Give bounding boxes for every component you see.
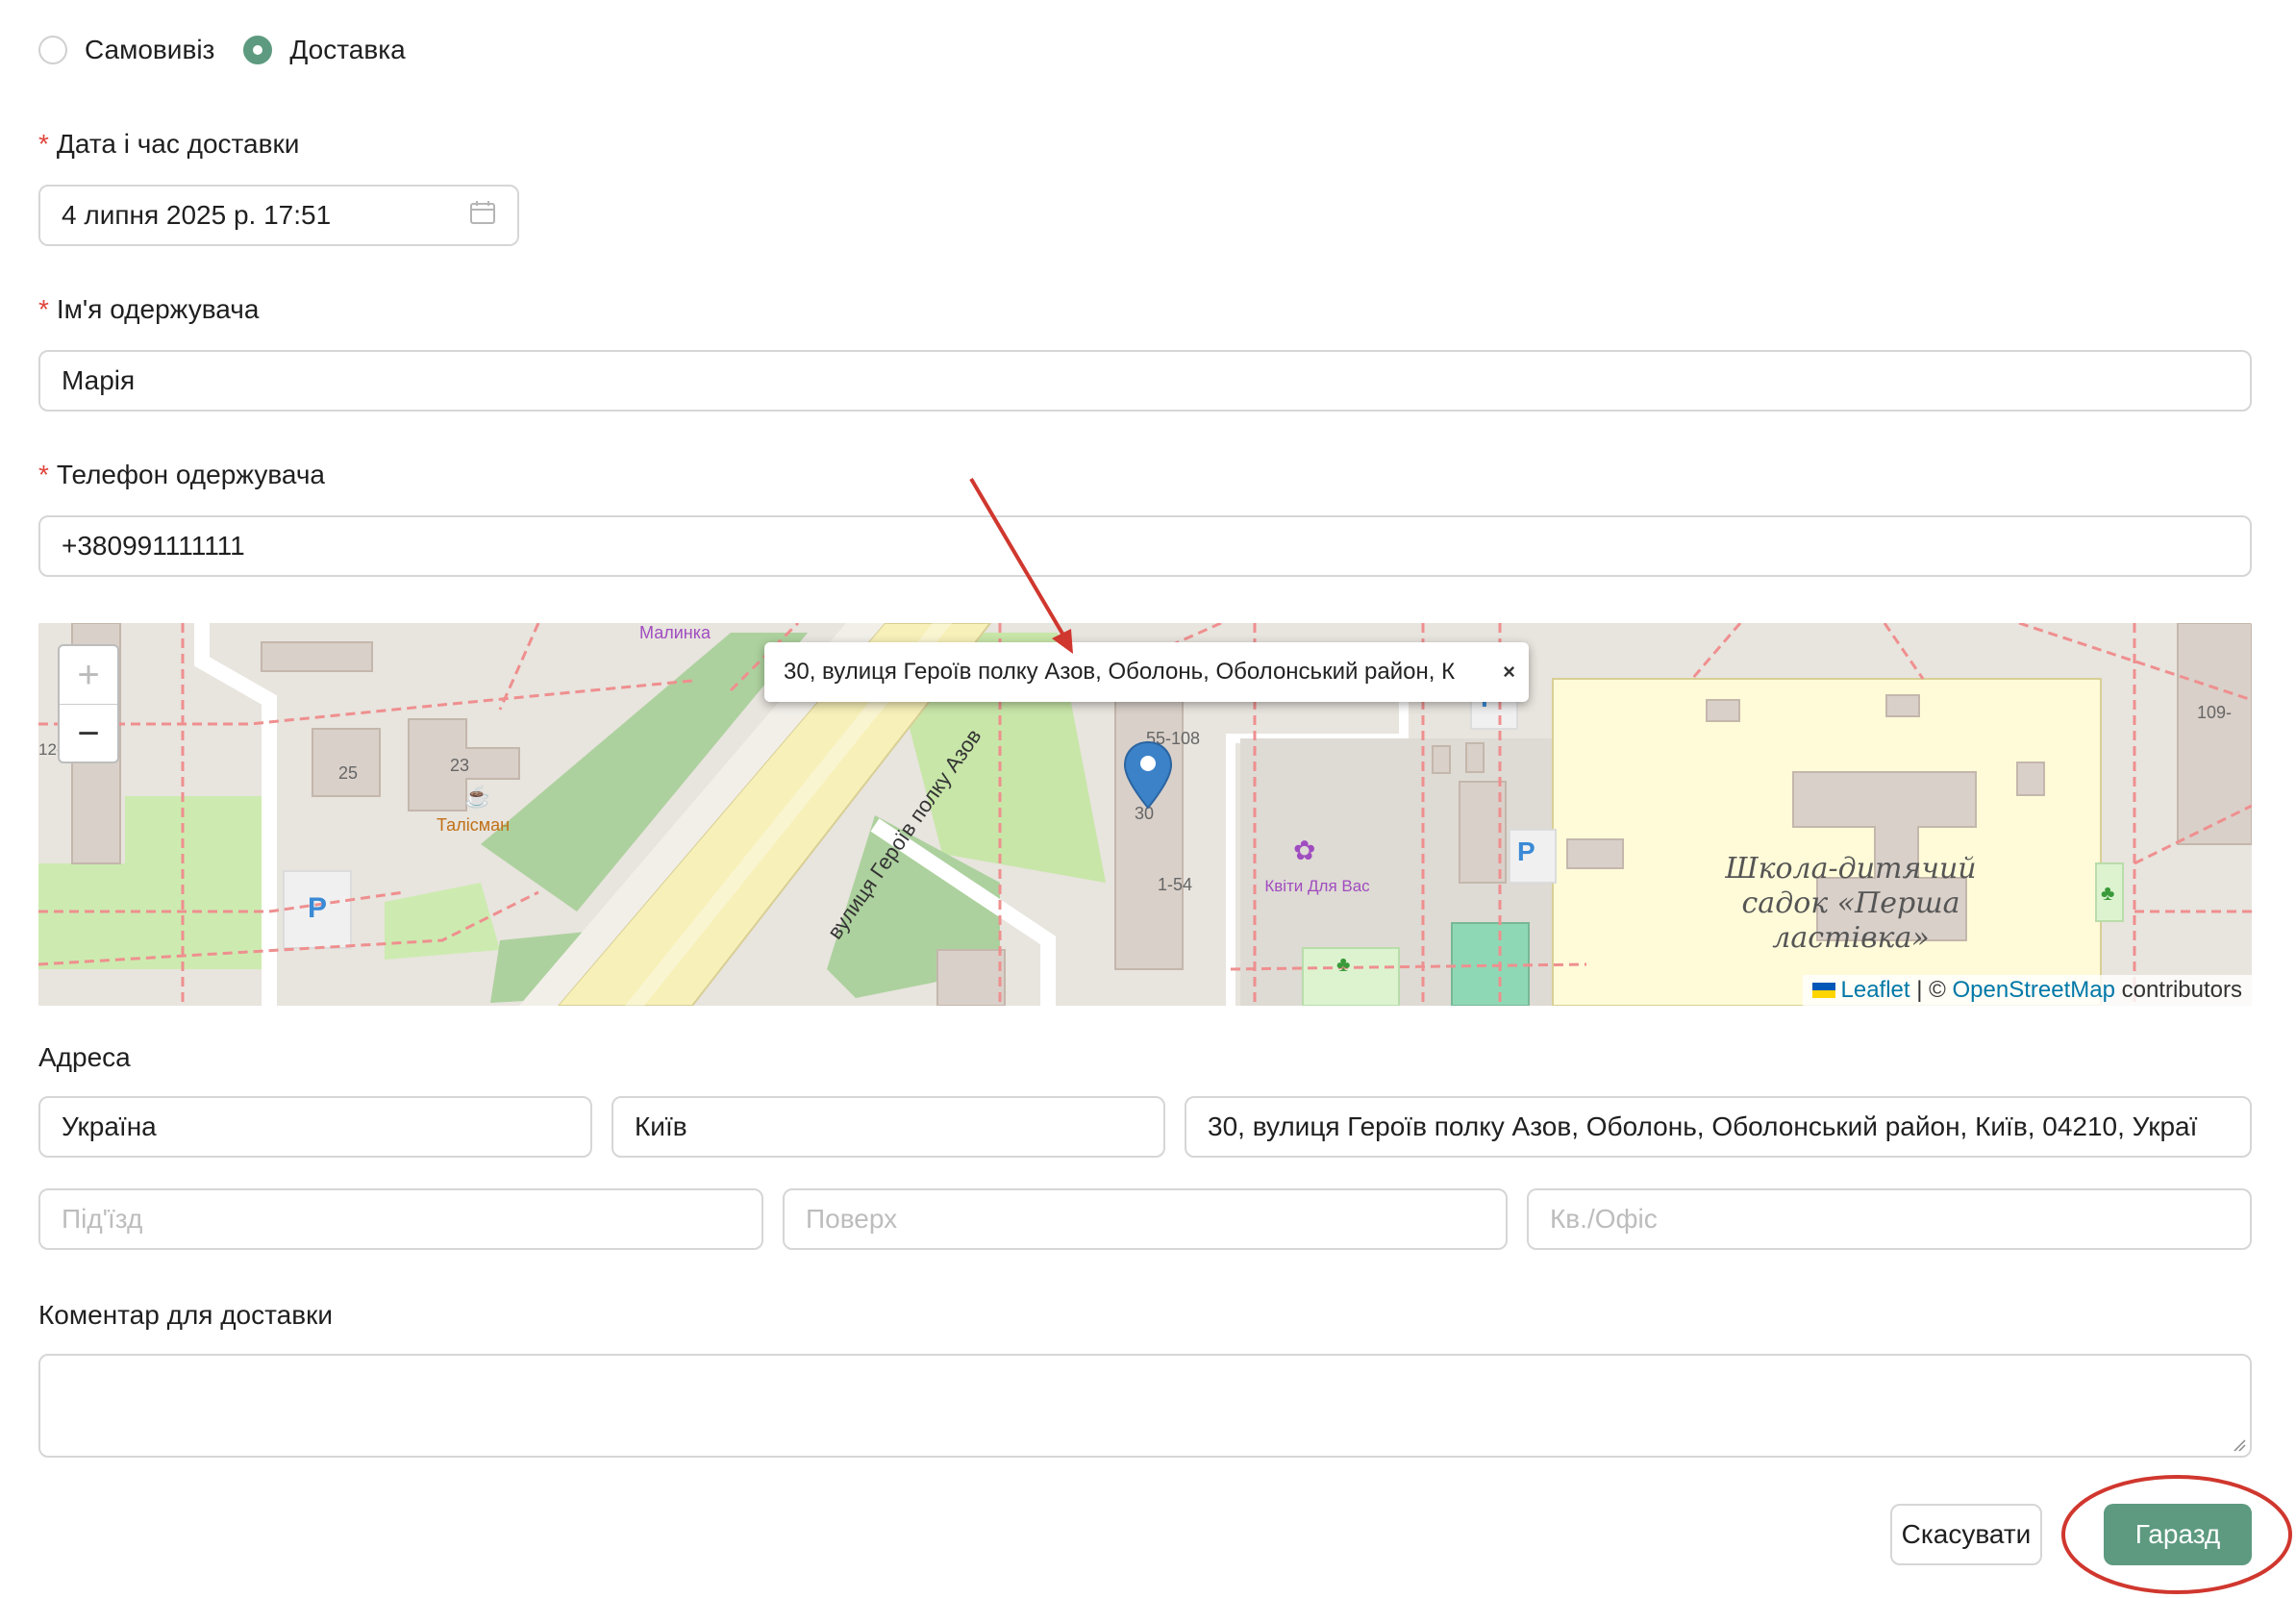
parking-icon: P — [308, 892, 328, 924]
map-label-109: 109- — [2197, 703, 2233, 722]
map-pin-icon[interactable] — [1123, 740, 1173, 814]
apartment-placeholder: Кв./Офіс — [1550, 1204, 1658, 1234]
map-label-school: Школа-дитячий садок «Перша ластівка» — [1725, 852, 1977, 955]
map-label-1-54: 1-54 — [1158, 875, 1193, 894]
radio-pickup-circle[interactable] — [38, 36, 67, 64]
map-popup: 30, вулиця Героїв полку Азов, Оболонь, О… — [764, 642, 1529, 702]
recipient-phone-input[interactable]: +380991111111 — [38, 515, 2252, 577]
recipient-name-input[interactable]: Марія — [38, 350, 2252, 412]
radio-pickup[interactable]: Самовивіз — [38, 35, 214, 65]
playground-icon: ♣ — [2101, 881, 2115, 905]
map-label-flowers: Квіти Для Вас — [1264, 877, 1370, 895]
map-popup-text: 30, вулиця Героїв полку Азов, Оболонь, О… — [784, 659, 1456, 685]
map-label-talisman: Талісман — [437, 815, 511, 835]
radio-delivery-label: Доставка — [289, 35, 406, 64]
comment-label: Коментар для доставки — [38, 1300, 333, 1330]
address-label: Адреса — [38, 1042, 131, 1072]
radio-delivery[interactable]: Доставка — [243, 35, 406, 65]
ok-button[interactable]: Гаразд — [2104, 1504, 2252, 1565]
required-mark: * — [38, 460, 49, 489]
popup-close-button[interactable]: × — [1503, 660, 1515, 685]
floor-input[interactable]: Поверх — [783, 1188, 1508, 1250]
parking-icon: P — [1517, 836, 1535, 866]
floor-placeholder: Поверх — [806, 1204, 898, 1234]
country-input[interactable]: Україна — [38, 1096, 592, 1158]
recipient-name-label: * Ім'я одержувача — [38, 294, 259, 325]
attribution-suffix: contributors — [2114, 977, 2242, 1003]
playground-icon: ♣ — [1336, 952, 1351, 976]
street-input[interactable]: 30, вулиця Героїв полку Азов, Оболонь, О… — [1185, 1096, 2252, 1158]
radio-delivery-circle[interactable] — [243, 36, 273, 64]
zoom-in-button[interactable]: + — [60, 646, 117, 704]
zoom-out-button[interactable]: − — [60, 705, 117, 762]
cafe-icon: ☕ — [464, 785, 491, 809]
country-value: Україна — [62, 1111, 157, 1141]
map-label-malynka: Малинка — [639, 623, 711, 642]
delivery-datetime-value: 4 липня 2025 р. 17:51 — [62, 200, 332, 230]
entrance-placeholder: Під'їзд — [62, 1204, 143, 1234]
apartment-input[interactable]: Кв./Офіс — [1527, 1188, 2252, 1250]
map[interactable]: Малинка 25 23 ☕ Талісман 12-232 вулиця Г… — [38, 623, 2252, 1006]
flower-shop-icon: ✿ — [1293, 836, 1316, 865]
required-mark: * — [38, 294, 49, 324]
radio-pickup-label: Самовивіз — [85, 35, 215, 64]
map-label-25: 25 — [338, 763, 359, 783]
calendar-icon[interactable] — [469, 199, 496, 233]
recipient-phone-label: * Телефон одержувача — [38, 460, 325, 490]
openstreetmap-link[interactable]: OpenStreetMap — [1953, 977, 2115, 1004]
city-input[interactable]: Київ — [611, 1096, 1165, 1158]
delivery-datetime-input[interactable]: 4 липня 2025 р. 17:51 — [38, 185, 519, 246]
cancel-button[interactable]: Скасувати — [1890, 1504, 2042, 1565]
recipient-name-value: Марія — [62, 365, 136, 395]
recipient-phone-value: +380991111111 — [62, 531, 245, 561]
delivery-datetime-label: * Дата і час доставки — [38, 129, 299, 160]
street-value: 30, вулиця Героїв полку Азов, Оболонь, О… — [1208, 1111, 2198, 1141]
map-label-23: 23 — [450, 756, 470, 775]
delivery-type-group: Самовивіз Доставка — [38, 29, 435, 71]
attribution-separator: | © — [1909, 977, 1953, 1003]
resize-handle-icon[interactable] — [2233, 1438, 2246, 1452]
zoom-control: + − — [58, 644, 119, 763]
required-mark: * — [38, 129, 49, 159]
delivery-datetime-label-text: Дата і час доставки — [56, 129, 300, 159]
comment-textarea[interactable] — [38, 1354, 2252, 1458]
map-attribution: Leaflet | © OpenStreetMap contributors — [1802, 975, 2252, 1006]
city-value: Київ — [635, 1111, 687, 1141]
recipient-phone-label-text: Телефон одержувача — [56, 460, 326, 489]
recipient-name-label-text: Ім'я одержувача — [56, 294, 260, 324]
entrance-input[interactable]: Під'їзд — [38, 1188, 763, 1250]
ukraine-flag-icon — [1811, 983, 1835, 998]
leaflet-link[interactable]: Leaflet — [1841, 977, 1910, 1004]
